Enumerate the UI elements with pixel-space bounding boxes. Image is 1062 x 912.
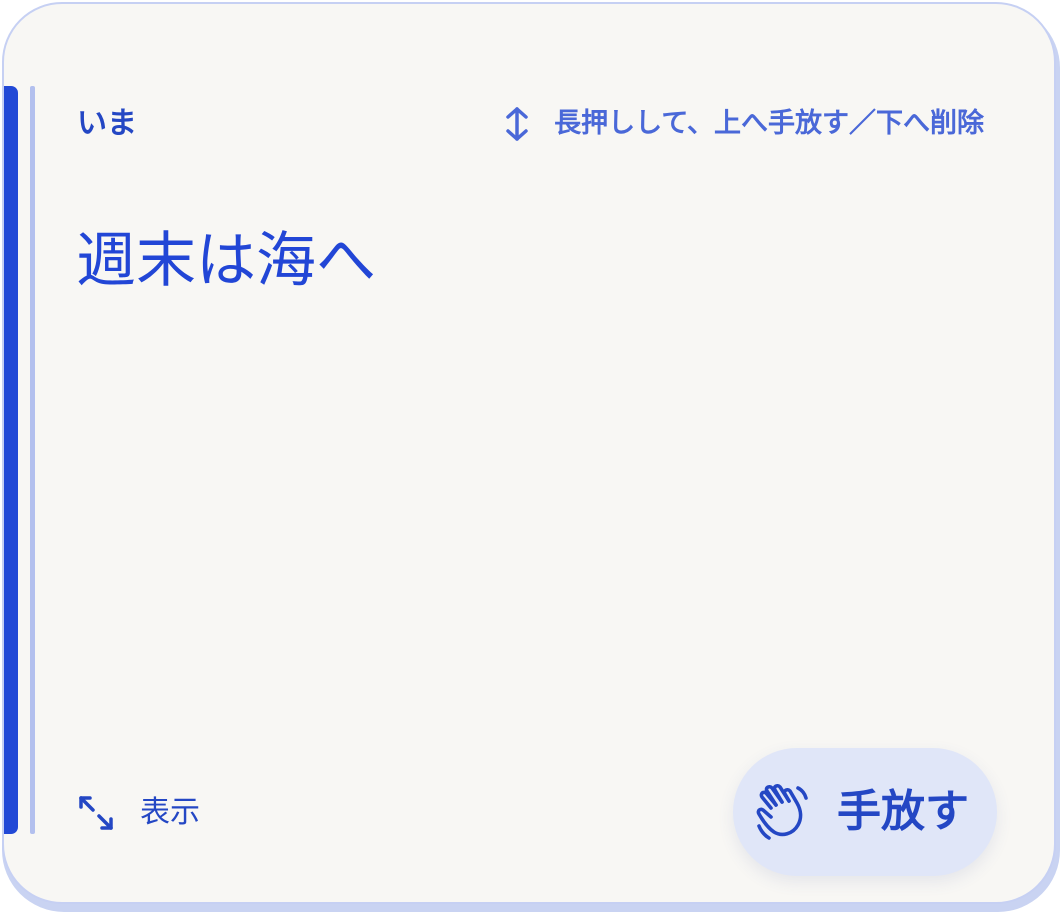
vertical-arrows-icon <box>502 104 532 144</box>
gesture-hint: 長押しして、上へ手放す／下へ削除 <box>502 104 984 144</box>
expand-diagonal-icon <box>74 788 118 838</box>
hint-text: 長押しして、上へ手放す／下へ削除 <box>554 108 984 139</box>
memo-card[interactable]: いま 長押しして、上へ手放す／下へ削除 週末は海へ 表示 手放す <box>2 2 1056 904</box>
memo-title: 週末は海へ <box>76 226 376 296</box>
show-label: 表示 <box>140 795 200 830</box>
accent-bar <box>4 86 18 834</box>
release-label: 手放す <box>837 786 969 837</box>
waving-hand-icon <box>753 781 811 843</box>
time-label: いま <box>77 106 137 141</box>
release-button[interactable]: 手放す <box>733 748 997 876</box>
accent-line <box>30 86 35 834</box>
show-button[interactable]: 表示 <box>74 788 200 838</box>
